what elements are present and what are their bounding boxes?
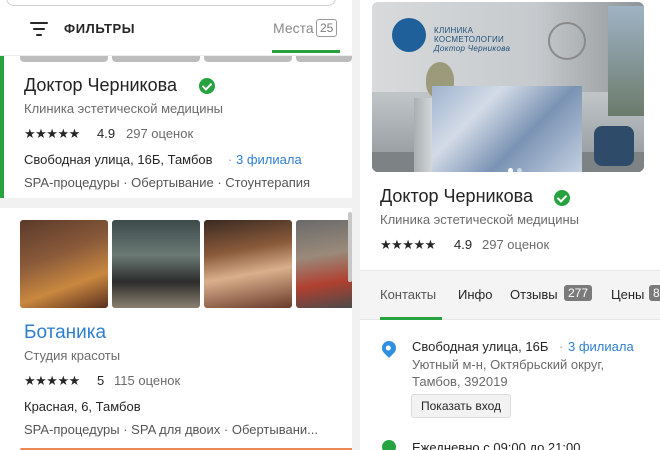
list-header: ФИЛЬТРЫ Места 25 [0, 0, 352, 56]
photo-thumbnail[interactable] [112, 56, 200, 62]
photo-thumbnail[interactable] [296, 56, 352, 62]
separator-dot: · [559, 339, 564, 354]
rating-value: 5 [97, 373, 105, 388]
place-details-panel: КЛИНИКА КОСМЕТОЛОГИИ Доктор Черникова До… [360, 0, 660, 450]
places-count-badge: 25 [316, 19, 338, 37]
armchair [594, 126, 634, 166]
tab-contacts-underline [380, 317, 442, 320]
place-address: Свободная улица, 16Б, Тамбов [24, 152, 213, 167]
tab-prices[interactable]: Цены [611, 287, 644, 302]
place-title[interactable]: Доктор Черникова [24, 75, 177, 96]
verified-icon [554, 190, 570, 206]
tab-places[interactable]: Места [273, 20, 314, 36]
rating-stars: ★★★★★ [380, 237, 436, 252]
place-card[interactable]: Ботаника Студия красоты ★★★★★ 5 115 оцен… [0, 208, 352, 450]
clock-icon [382, 440, 396, 450]
place-category: Клиника эстетической медицины [24, 101, 224, 116]
rating-stars: ★★★★★ [24, 373, 80, 388]
place-address: Красная, 6, Тамбов [24, 399, 141, 414]
location-pin-icon [379, 338, 399, 358]
app-root: ФИЛЬТРЫ Места 25 Доктор Черникова Клиник… [0, 0, 660, 450]
reviews-count[interactable]: 115 оценок [114, 373, 180, 388]
details-tabs: Контакты Инфо Отзывы 277 Цены 8 [360, 270, 660, 320]
prices-count-badge: 8 [649, 285, 660, 301]
branches-link[interactable]: 3 филиала [568, 339, 634, 354]
reviews-count[interactable]: 297 оценок [482, 237, 549, 252]
rating-stars: ★★★★★ [24, 126, 80, 141]
photo-thumbnail[interactable] [204, 220, 292, 308]
reviews-count-badge: 277 [564, 285, 593, 301]
rating-value: 4.9 [454, 237, 473, 252]
carousel-dots[interactable] [508, 160, 526, 172]
branches-link[interactable]: 3 филиала [236, 152, 302, 167]
reviews-count[interactable]: 297 оценок [126, 126, 193, 141]
tab-info[interactable]: Инфо [458, 287, 492, 302]
filter-icon[interactable] [30, 22, 48, 36]
filters-button[interactable]: ФИЛЬТРЫ [64, 21, 135, 36]
separator-dot: · [228, 152, 233, 167]
photo-window [608, 6, 644, 116]
place-tags: SPA-процедуры · Обертывание · Стоунтерап… [24, 175, 311, 190]
tab-contacts[interactable]: Контакты [380, 287, 436, 302]
reception-desk [432, 86, 582, 172]
verified-icon [199, 78, 215, 94]
photo-thumbnail[interactable] [296, 220, 352, 308]
tab-reviews[interactable]: Отзывы [510, 287, 558, 302]
opening-hours: Ежедневно с 09:00 до 21:00 [412, 440, 581, 450]
logo-line: КЛИНИКА [434, 26, 474, 35]
places-list-panel: ФИЛЬТРЫ Места 25 Доктор Черникова Клиник… [0, 0, 352, 450]
show-entrance-button[interactable]: Показать вход [411, 394, 511, 418]
photo-thumbnail[interactable] [20, 220, 108, 308]
photo-thumbnail[interactable] [20, 56, 108, 62]
hero-photo[interactable]: КЛИНИКА КОСМЕТОЛОГИИ Доктор Черникова [372, 2, 644, 172]
search-box-edge [0, 0, 352, 8]
place-tags: SPA-процедуры · SPA для двоих · Обертыва… [24, 422, 318, 437]
selected-indicator [0, 56, 4, 198]
place-address: Свободная улица, 16Б [412, 339, 549, 354]
clinic-logo-text: КЛИНИКА КОСМЕТОЛОГИИ Доктор Черникова [434, 26, 510, 53]
tab-places-underline [272, 50, 340, 53]
place-title[interactable]: Ботаника [24, 322, 106, 344]
logo-line: Доктор Черникова [434, 44, 511, 53]
photo-thumbnail[interactable] [112, 220, 200, 308]
place-card[interactable]: Доктор Черникова Клиника эстетической ме… [0, 56, 352, 208]
clinic-logo-icon [392, 18, 426, 52]
rating-value: 4.9 [97, 126, 116, 141]
place-category: Студия красоты [24, 348, 121, 363]
photo-thumbnail[interactable] [204, 56, 292, 62]
wall-clock [548, 22, 586, 60]
logo-line: КОСМЕТОЛОГИИ [434, 35, 505, 44]
place-title: Доктор Черникова [380, 186, 534, 206]
scrollbar[interactable] [348, 212, 352, 282]
place-category: Клиника эстетической медицины [380, 212, 580, 227]
address-details: Уютный м-н, Октябрьский округ, Тамбов, 3… [412, 357, 605, 389]
